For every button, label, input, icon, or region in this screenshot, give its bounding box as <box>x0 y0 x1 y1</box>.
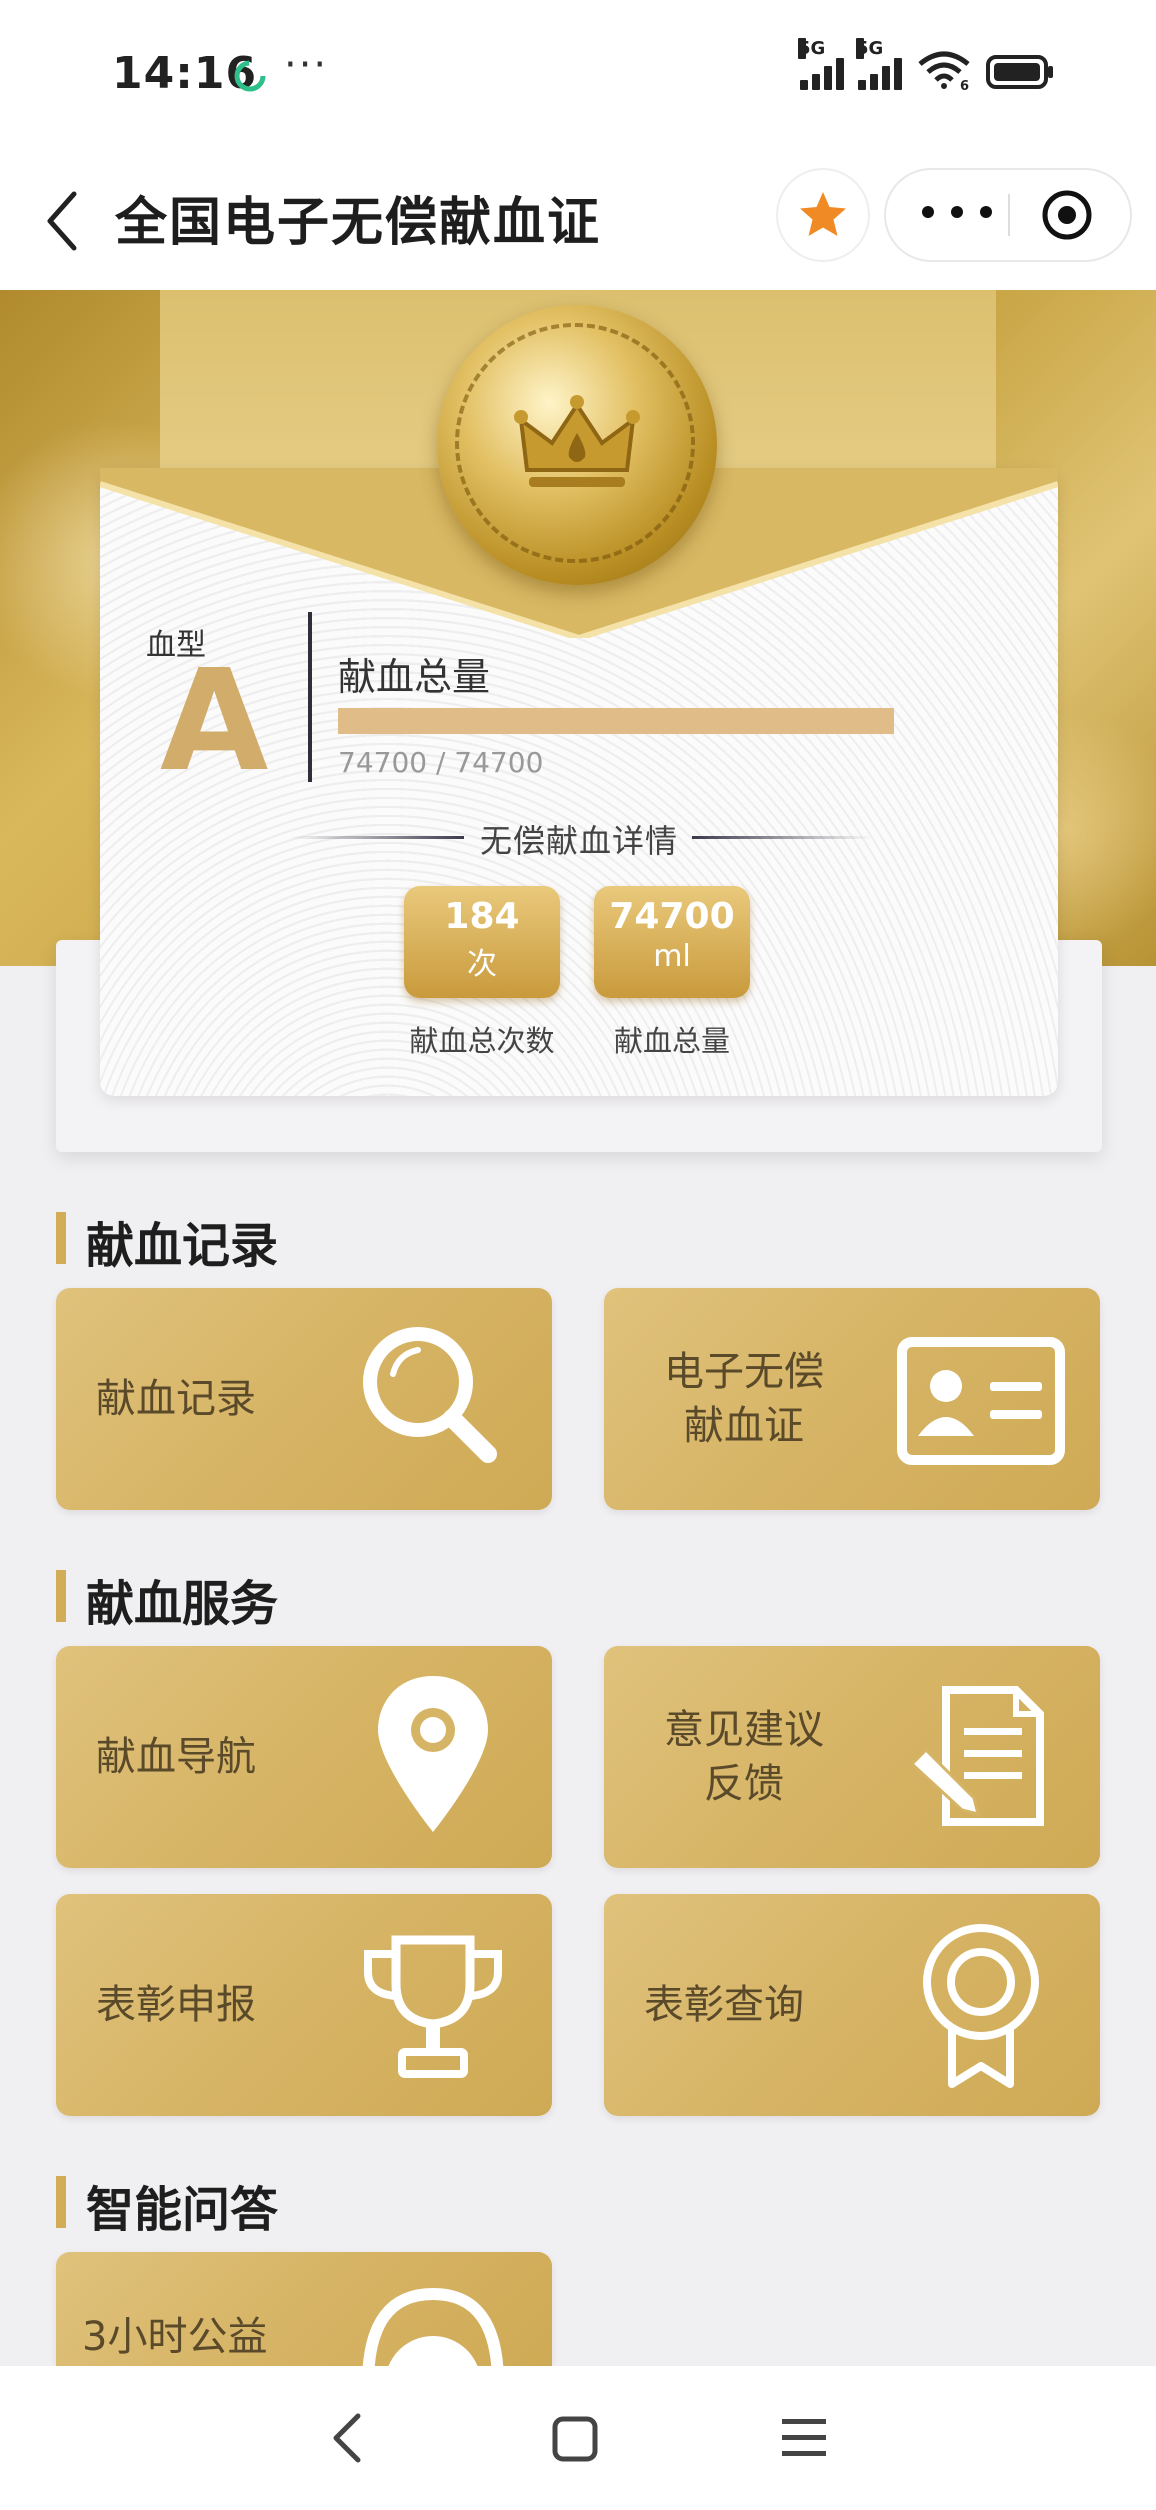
status-bar: 14:16 ··· 5G 5G 6 <box>0 0 1156 150</box>
tile-donation-records[interactable]: 献血记录 <box>56 1288 552 1510</box>
section-title-qa: 智能问答 <box>56 2170 278 2240</box>
tile-label: 意见建议 反馈 <box>664 1707 824 1807</box>
tile-3-hour-charity[interactable]: 3小时公益 <box>56 2252 552 2366</box>
tile-label: 献血记录 <box>96 1376 256 1422</box>
location-pin-icon <box>378 1676 488 1832</box>
svg-text:6: 6 <box>960 79 969 90</box>
mini-program-capsule <box>886 170 1130 260</box>
crown-medal-icon <box>437 305 717 585</box>
tile-label: 表彰申报 <box>96 1982 256 2028</box>
section-title-records: 献血记录 <box>56 1206 278 1276</box>
system-nav-bar <box>0 2366 1156 2510</box>
favorite-button[interactable] <box>778 170 868 260</box>
nav-menu-icon[interactable] <box>780 2416 828 2460</box>
magnifier-icon <box>363 1327 497 1463</box>
close-target-icon[interactable] <box>1040 188 1094 242</box>
tile-e-certificate[interactable]: 电子无偿 献血证 <box>604 1288 1100 1510</box>
id-card-icon <box>897 1337 1065 1465</box>
signal-icon: 5G <box>798 38 844 90</box>
battery-icon <box>986 55 1053 89</box>
card-divider <box>308 612 312 782</box>
star-icon <box>800 192 846 236</box>
signal-icon: 5G <box>856 38 902 90</box>
detail-divider-left <box>290 836 464 839</box>
tile-label: 3小时公益 <box>82 2314 268 2360</box>
crown-icon <box>514 395 640 487</box>
stat-value: 184 <box>444 896 520 937</box>
stat-unit: 次 <box>467 947 497 982</box>
section-title-services: 献血服务 <box>56 1564 278 1634</box>
total-progress-bar <box>338 708 894 734</box>
stat-badge-count: 184 次 <box>404 886 560 998</box>
stat-label: 献血总量 <box>613 1024 730 1058</box>
detail-title: 无偿献血详情 <box>480 822 679 860</box>
stat-unit: ml <box>653 939 691 974</box>
status-indicators: 5G 5G 6 <box>798 38 1056 90</box>
nav-bar: 全国电子无偿献血证 <box>0 150 1156 290</box>
robot-icon <box>362 2287 504 2366</box>
tile-label: 电子无偿 献血证 <box>664 1349 824 1449</box>
capsule-divider <box>1008 194 1010 236</box>
tile-navigation[interactable]: 献血导航 <box>56 1646 552 1868</box>
page-title: 全国电子无偿献血证 <box>115 193 602 253</box>
nav-back-icon[interactable] <box>326 2410 370 2466</box>
tile-commendation-apply[interactable]: 表彰申报 <box>56 1894 552 2116</box>
tile-feedback[interactable]: 意见建议 反馈 <box>604 1646 1100 1868</box>
tile-commendation-query[interactable]: 表彰查询 <box>604 1894 1100 2116</box>
trophy-icon <box>364 1935 502 2078</box>
nav-home-icon[interactable] <box>550 2414 600 2464</box>
stat-value: 74700 <box>609 896 735 937</box>
stat-label: 献血总次数 <box>409 1024 555 1058</box>
award-ribbon-icon <box>923 1924 1039 2088</box>
blood-type-value: A <box>160 640 269 803</box>
tile-label: 表彰查询 <box>644 1982 804 2028</box>
document-edit-icon <box>909 1686 1044 1826</box>
detail-divider-right <box>692 836 872 839</box>
more-options-button[interactable] <box>922 192 992 232</box>
total-volume-value: 74700 / 74700 <box>338 746 544 779</box>
app-notification-icon <box>234 60 266 92</box>
total-volume-title: 献血总量 <box>338 655 491 699</box>
wifi-icon: 6 <box>918 51 970 90</box>
total-progress-fill <box>338 708 894 734</box>
status-more: ··· <box>284 42 329 88</box>
back-arrow-icon[interactable] <box>38 186 88 256</box>
stat-badge-volume: 74700 ml <box>594 886 750 998</box>
tile-label: 献血导航 <box>96 1734 256 1780</box>
